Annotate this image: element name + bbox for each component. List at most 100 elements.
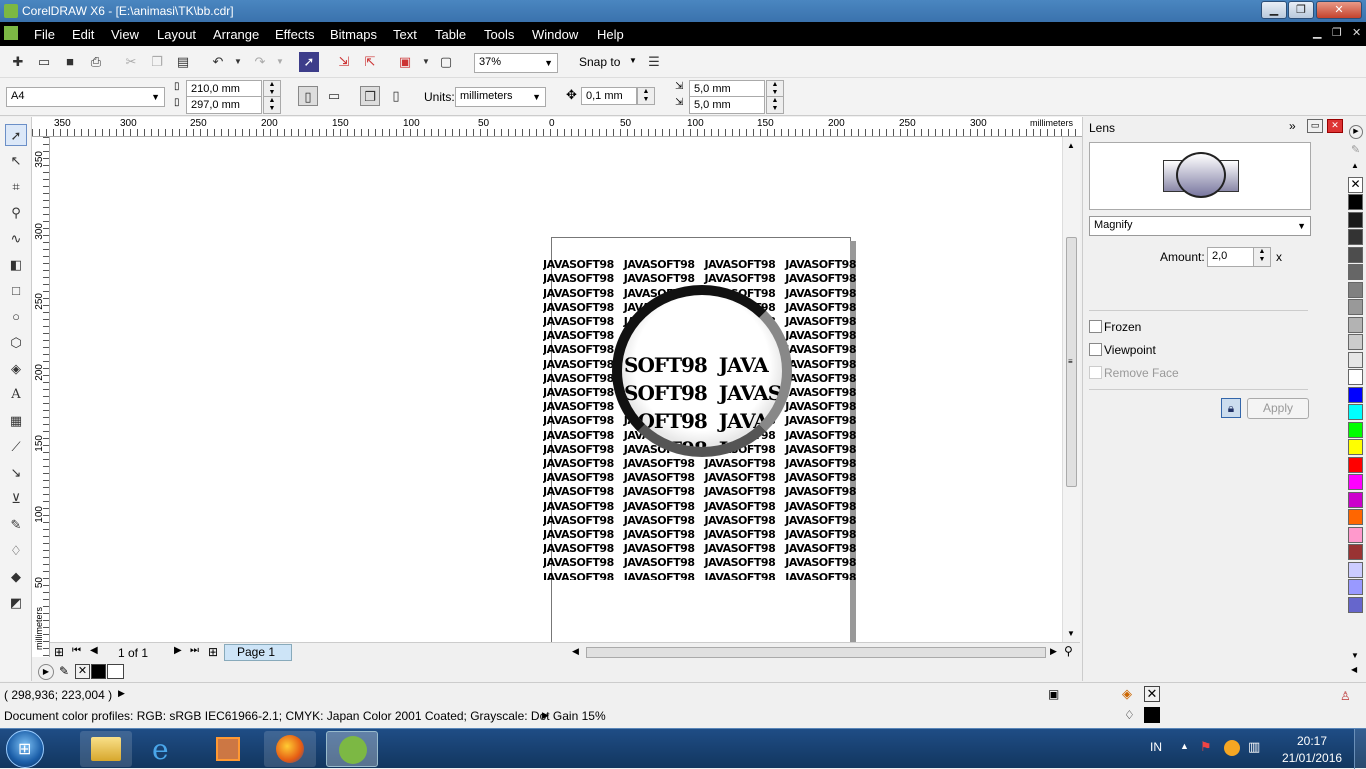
color-swatch[interactable] <box>1348 439 1363 455</box>
landscape-icon[interactable]: ▭ <box>324 86 344 106</box>
palette-menu-icon[interactable]: ▶ <box>1349 125 1363 139</box>
scroll-down-icon[interactable]: ▼ <box>1067 629 1075 638</box>
freehand-tool-icon[interactable]: ∿ <box>5 228 27 250</box>
layout-icon[interactable]: ▣ <box>1048 687 1059 701</box>
palette-expand-icon[interactable]: ◀ <box>1351 665 1357 674</box>
vertical-scrollbar[interactable]: ▲ ≡ ▼ <box>1062 137 1080 642</box>
import-icon[interactable]: ⇲ <box>334 52 354 72</box>
scroll-right-icon[interactable]: ▶ <box>1050 646 1057 657</box>
lock-icon[interactable]: 🔒︎ <box>1221 398 1241 418</box>
dup-y-spinner[interactable]: ▲ ▼ <box>766 96 784 114</box>
search-content-icon[interactable]: ➚ <box>299 52 319 72</box>
menu-file[interactable]: File <box>34 27 55 42</box>
color-swatch[interactable] <box>1348 404 1363 420</box>
next-page-icon[interactable]: ▶ <box>174 645 182 656</box>
docker-minimize-icon[interactable]: ▭ <box>1307 119 1323 133</box>
no-fill-swatch[interactable]: ✕ <box>1348 177 1363 193</box>
snap-to-button[interactable]: Snap to <box>579 55 620 69</box>
color-swatch[interactable] <box>1348 246 1363 263</box>
viewpoint-checkbox[interactable] <box>1089 343 1102 356</box>
docker-expand-icon[interactable]: » <box>1289 119 1296 133</box>
color-swatch[interactable] <box>1348 386 1363 403</box>
palette-play-icon[interactable]: ▶ <box>38 664 54 680</box>
doc-close-icon[interactable]: ✕ <box>1352 26 1361 39</box>
fill-tool-icon[interactable]: ◆ <box>5 566 27 588</box>
color-swatch[interactable] <box>1348 544 1363 560</box>
zoom-tool-icon[interactable]: ⚲ <box>5 202 27 224</box>
open-icon[interactable]: ▭ <box>34 52 54 72</box>
close-button[interactable]: ✕ <box>1316 1 1362 19</box>
network-icon[interactable]: ▥ <box>1248 739 1260 755</box>
profiles-arrow-icon[interactable]: ▶ <box>542 710 549 721</box>
launcher-dropdown-icon[interactable]: ▼ <box>416 52 436 72</box>
menu-edit[interactable]: Edit <box>72 27 94 42</box>
palette-up-icon[interactable]: ▲ <box>1351 161 1359 170</box>
horizontal-scroll-thumb[interactable] <box>586 647 1046 658</box>
export-icon[interactable]: ⇱ <box>360 52 380 72</box>
options-icon[interactable]: ☰ <box>644 52 664 72</box>
magnify-lens[interactable]: SOFT98 JAVA SOFT98 JAVAS SOFT98 JAVA SOF… <box>612 285 792 457</box>
color-swatch[interactable] <box>1348 351 1363 368</box>
portrait-icon[interactable]: ▯ <box>298 86 318 106</box>
color-swatch[interactable] <box>1348 491 1363 508</box>
black-swatch[interactable] <box>91 664 106 679</box>
document-icon[interactable] <box>4 26 18 40</box>
last-page-icon[interactable]: ⏭ <box>190 645 199 656</box>
color-swatch[interactable] <box>1348 369 1363 385</box>
eyedropper-icon[interactable]: ✎ <box>59 664 69 678</box>
undo-icon[interactable]: ↶ <box>208 52 228 72</box>
user-icon[interactable]: ♙ <box>1340 689 1351 703</box>
fill-none-swatch[interactable]: ✕ <box>1144 686 1160 702</box>
remove-face-checkbox[interactable] <box>1089 366 1102 379</box>
menu-text[interactable]: Text <box>393 27 417 42</box>
pick-tool-icon[interactable]: ➚ <box>5 124 27 146</box>
copy-icon[interactable]: ❐ <box>147 52 167 72</box>
crop-tool-icon[interactable]: ⌗ <box>5 176 27 198</box>
media-taskbar-button[interactable] <box>202 731 254 767</box>
first-page-icon[interactable]: ⏮ <box>72 645 81 656</box>
no-color-swatch[interactable]: ✕ <box>75 664 90 679</box>
apply-button[interactable]: Apply <box>1247 398 1309 419</box>
outline-color-swatch[interactable] <box>1144 707 1160 723</box>
application-launcher-icon[interactable]: ▣ <box>395 52 415 72</box>
current-page-icon[interactable]: ▯ <box>386 86 406 106</box>
zoom-navigator-icon[interactable]: ⚲ <box>1064 644 1073 658</box>
coords-arrow-icon[interactable]: ▶ <box>118 688 125 699</box>
print-icon[interactable]: ⎙ <box>86 52 106 72</box>
all-pages-icon[interactable]: ❐ <box>360 86 380 106</box>
units-select[interactable]: millimeters ▼ <box>455 87 546 107</box>
ellipse-tool-icon[interactable]: ○ <box>5 306 27 328</box>
clock-date[interactable]: 21/01/2016 <box>1282 751 1342 765</box>
coreldraw-taskbar-button[interactable] <box>326 731 378 767</box>
outline-pen-indicator-icon[interactable]: ♢ <box>1124 708 1135 722</box>
tray-app-icon[interactable] <box>1224 740 1240 756</box>
rectangle-tool-icon[interactable]: □ <box>5 280 27 302</box>
snap-dropdown-icon[interactable]: ▼ <box>629 56 637 65</box>
palette-eyedropper-icon[interactable]: ✎ <box>1351 143 1360 156</box>
color-swatch[interactable] <box>1348 561 1363 578</box>
interactive-fill-icon[interactable]: ◩ <box>5 592 27 614</box>
menu-arrange[interactable]: Arrange <box>213 27 259 42</box>
smart-fill-icon[interactable]: ◧ <box>5 254 27 276</box>
white-swatch[interactable] <box>107 664 124 679</box>
color-swatch[interactable] <box>1348 211 1363 228</box>
color-swatch[interactable] <box>1348 526 1363 543</box>
scroll-up-icon[interactable]: ▲ <box>1067 141 1075 150</box>
explorer-taskbar-button[interactable] <box>80 731 132 767</box>
undo-dropdown-icon[interactable]: ▼ <box>228 52 248 72</box>
polygon-tool-icon[interactable]: ⬡ <box>5 332 27 354</box>
menu-bitmaps[interactable]: Bitmaps <box>330 27 377 42</box>
menu-view[interactable]: View <box>111 27 139 42</box>
add-page-icon[interactable]: ⊞ <box>54 645 64 659</box>
page-size-select[interactable]: A4 ▼ <box>6 87 165 107</box>
save-icon[interactable]: ■ <box>60 52 80 72</box>
maximize-button[interactable]: ❐ <box>1288 1 1314 19</box>
new-document-icon[interactable]: ✚ <box>8 52 28 72</box>
clock-time[interactable]: 20:17 <box>1297 734 1327 748</box>
nudge-spinner[interactable]: ▲ ▼ <box>637 87 655 105</box>
color-swatch[interactable] <box>1348 579 1363 595</box>
amount-spinner[interactable]: ▲ ▼ <box>1253 247 1271 267</box>
shape-tool-icon[interactable]: ↖ <box>5 150 27 172</box>
outline-pen-icon[interactable]: ♢ <box>5 540 27 562</box>
color-swatch[interactable] <box>1348 456 1363 473</box>
